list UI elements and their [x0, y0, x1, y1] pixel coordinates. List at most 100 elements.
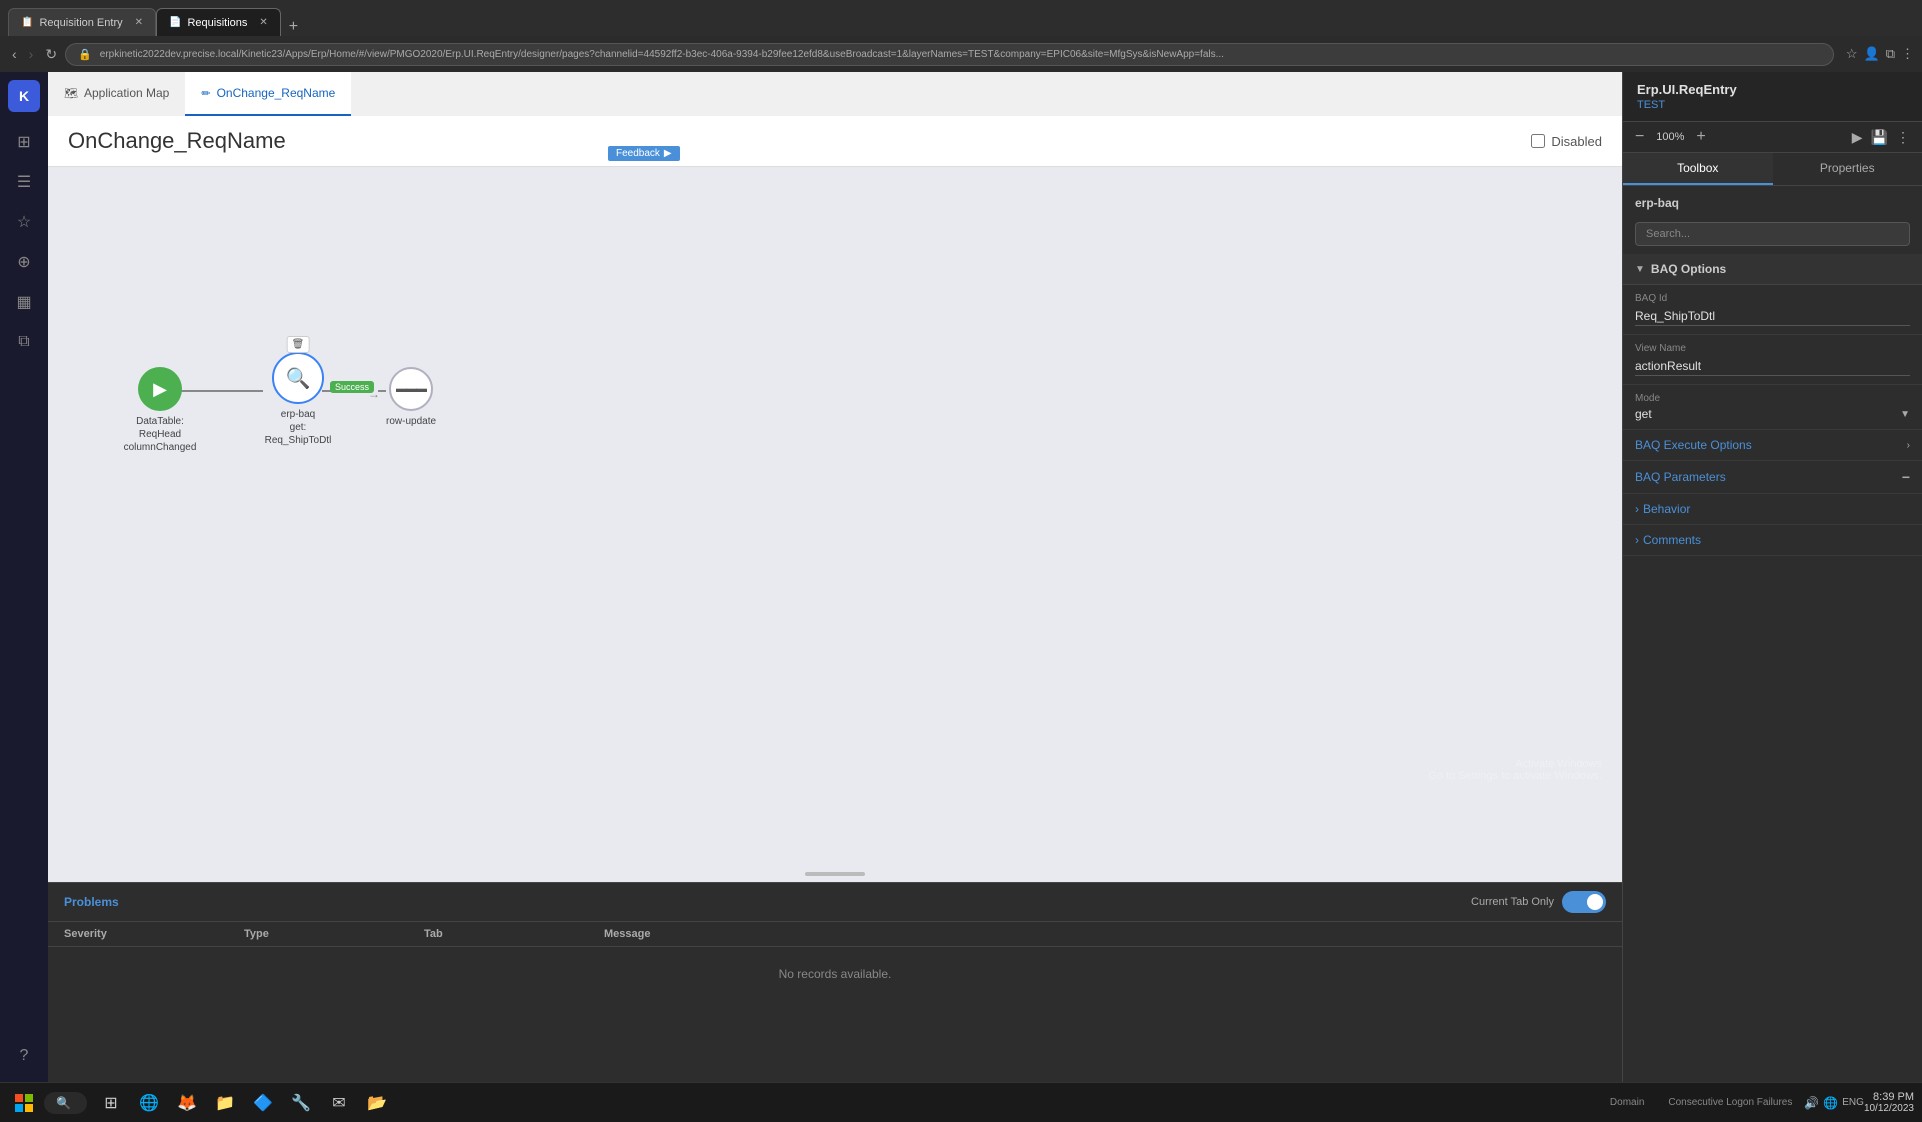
feedback-label: Feedback	[616, 148, 660, 159]
tab-icon-2: 📄	[169, 17, 181, 28]
zoom-in-button[interactable]: +	[1696, 128, 1705, 146]
taskbar-clock[interactable]: 8:39 PM 10/12/2023	[1864, 1091, 1914, 1114]
canvas-area[interactable]: ▶ DataTable: ReqHead columnChanged 🗑 🔍 e…	[48, 167, 1622, 882]
problems-table: No records available.	[48, 947, 1622, 1082]
taskbar-firefox-icon[interactable]: 🦊	[171, 1087, 203, 1119]
current-tab-only-control: Current Tab Only	[1471, 891, 1606, 913]
volume-icon[interactable]: 🔊	[1804, 1096, 1819, 1110]
panel-content: erp-baq ▼ BAQ Options BAQ Id View Name	[1623, 186, 1922, 1082]
tab-properties[interactable]: Properties	[1773, 153, 1922, 185]
comments-section[interactable]: › Comments	[1623, 525, 1922, 556]
browser-tab-2[interactable]: 📄 Requisitions ✕	[156, 8, 281, 36]
app-container: K ⊞ ☰ ☆ ⊕ ▦ ⧉ ? Feedback ▶ 🗺 Application…	[0, 72, 1922, 1082]
delete-node-button[interactable]: 🗑	[287, 336, 310, 353]
erp-baq-search-icon: 🔍	[286, 366, 311, 391]
baq-parameters-section[interactable]: BAQ Parameters −	[1623, 461, 1922, 494]
taskbar-visualstudio-icon[interactable]: 🔷	[247, 1087, 279, 1119]
taskbar-email-icon[interactable]: ✉	[323, 1087, 355, 1119]
disabled-checkbox[interactable]	[1531, 134, 1545, 148]
browser-tab-1[interactable]: 📋 Requisition Entry ✕	[8, 8, 156, 36]
erp-baq-circle[interactable]: 🔍	[272, 352, 324, 404]
profile-icon[interactable]: 👤	[1864, 46, 1880, 62]
tab-onchange-reqname[interactable]: ✏ OnChange_ReqName	[185, 72, 351, 116]
address-bar[interactable]: 🔒 erpkinetic2022dev.precise.local/Kineti…	[65, 43, 1834, 66]
add-tab-button[interactable]: +	[281, 18, 306, 36]
play-button[interactable]: ▶	[1852, 129, 1863, 146]
taskbar-chrome-icon[interactable]: 🌐	[133, 1087, 165, 1119]
erp-baq-node[interactable]: 🗑 🔍 erp-baqget: Req_ShipToDtl	[258, 352, 338, 447]
network-icon[interactable]: 🌐	[1823, 1096, 1838, 1110]
reload-button[interactable]: ↻	[41, 44, 61, 65]
start-node-label: DataTable: ReqHead columnChanged	[120, 415, 200, 454]
sidebar-menu-icon[interactable]: ☰	[6, 164, 42, 200]
taskbar-date: 10/12/2023	[1864, 1103, 1914, 1114]
problems-title[interactable]: Problems	[64, 895, 119, 909]
baq-execute-options-section[interactable]: BAQ Execute Options ›	[1623, 430, 1922, 461]
sidebar-puzzle-icon[interactable]: ⧉	[6, 324, 42, 360]
erp-baq-node-label: erp-baqget: Req_ShipToDtl	[258, 408, 338, 447]
behavior-section[interactable]: › Behavior	[1623, 494, 1922, 525]
sidebar-home-icon[interactable]: ⊞	[6, 124, 42, 160]
tab-application-map-label: Application Map	[84, 86, 169, 100]
taskbar-search-box[interactable]: 🔍	[44, 1092, 87, 1114]
mode-field: Mode get ▼	[1623, 385, 1922, 430]
baq-options-arrow-icon: ▼	[1635, 264, 1645, 275]
forward-button[interactable]: ›	[25, 44, 38, 64]
right-panel: Erp.UI.ReqEntry TEST − 100% + ▶ 💾 ⋮ Tool…	[1622, 72, 1922, 1082]
taskbar-task-view-icon[interactable]: ⊞	[95, 1087, 127, 1119]
comments-title: Comments	[1643, 533, 1701, 547]
activate-windows-watermark: Activate Windows Go to Settings to activ…	[1428, 758, 1602, 782]
start-node: ▶ DataTable: ReqHead columnChanged	[120, 367, 200, 454]
right-panel-subtitle: TEST	[1637, 99, 1908, 111]
tab-label-2: Requisitions	[187, 17, 247, 29]
zoom-value: 100%	[1652, 131, 1688, 143]
bookmark-icon[interactable]: ☆	[1846, 46, 1858, 62]
disabled-control: Disabled	[1531, 134, 1602, 149]
back-button[interactable]: ‹	[8, 44, 21, 64]
sidebar-layers-icon[interactable]: ⊕	[6, 244, 42, 280]
baq-options-section[interactable]: ▼ BAQ Options	[1623, 254, 1922, 285]
tab-application-map[interactable]: 🗺 Application Map	[48, 72, 185, 116]
taskbar: 🔍 ⊞ 🌐 🦊 📁 🔷 🔧 ✉ 📂 Domain Consecutive Log…	[0, 1082, 1922, 1122]
baq-id-field: BAQ Id	[1623, 285, 1922, 335]
taskbar-search-icon: 🔍	[56, 1096, 71, 1110]
zoom-out-button[interactable]: −	[1635, 128, 1644, 146]
row-update-circle[interactable]: ▬▬▬	[389, 367, 433, 411]
problems-panel: Problems Current Tab Only Severity Type …	[48, 882, 1622, 1082]
left-sidebar: K ⊞ ☰ ☆ ⊕ ▦ ⧉ ?	[0, 72, 48, 1082]
mode-dropdown-arrow-icon: ▼	[1900, 409, 1910, 420]
search-input[interactable]	[1635, 222, 1910, 246]
settings-icon[interactable]: ⋮	[1901, 46, 1914, 62]
panel-toolbar-icons: ▶ 💾 ⋮	[1852, 129, 1910, 146]
taskbar-wintools-icon[interactable]: 🔧	[285, 1087, 317, 1119]
mode-select[interactable]: get ▼	[1635, 407, 1910, 421]
taskbar-filemanager-icon[interactable]: 📁	[209, 1087, 241, 1119]
row-update-node[interactable]: ▬▬▬ row-update	[386, 367, 436, 428]
comments-arrow-icon: ›	[1635, 533, 1639, 547]
tab-label-1: Requisition Entry	[39, 17, 122, 29]
more-options-button[interactable]: ⋮	[1896, 129, 1910, 146]
col-severity: Severity	[64, 928, 244, 940]
tab-close-2[interactable]: ✕	[259, 17, 267, 28]
page-title: OnChange_ReqName	[68, 128, 286, 154]
taskbar-start-button[interactable]	[8, 1087, 40, 1119]
view-name-field: View Name	[1623, 335, 1922, 385]
canvas-inner: ▶ DataTable: ReqHead columnChanged 🗑 🔍 e…	[48, 167, 1622, 882]
col-message: Message	[604, 928, 1606, 940]
tab-toolbox[interactable]: Toolbox	[1623, 153, 1773, 185]
taskbar-files-icon[interactable]: 📂	[361, 1087, 393, 1119]
save-button[interactable]: 💾	[1871, 129, 1888, 146]
taskbar-time: 8:39 PM	[1864, 1091, 1914, 1103]
sidebar-help-icon[interactable]: ?	[6, 1038, 42, 1074]
feedback-arrow-icon: ▶	[664, 148, 672, 159]
current-tab-toggle[interactable]	[1562, 891, 1606, 913]
baq-id-input[interactable]	[1635, 307, 1910, 326]
feedback-badge[interactable]: Feedback ▶	[608, 146, 680, 161]
extensions-icon[interactable]: ⧉	[1886, 46, 1895, 62]
view-name-input[interactable]	[1635, 357, 1910, 376]
designer-area: OnChange_ReqName Disabled	[48, 116, 1622, 1082]
resize-handle[interactable]	[805, 872, 865, 876]
tab-close-1[interactable]: ✕	[135, 17, 143, 28]
sidebar-grid-icon[interactable]: ▦	[6, 284, 42, 320]
sidebar-favorites-icon[interactable]: ☆	[6, 204, 42, 240]
